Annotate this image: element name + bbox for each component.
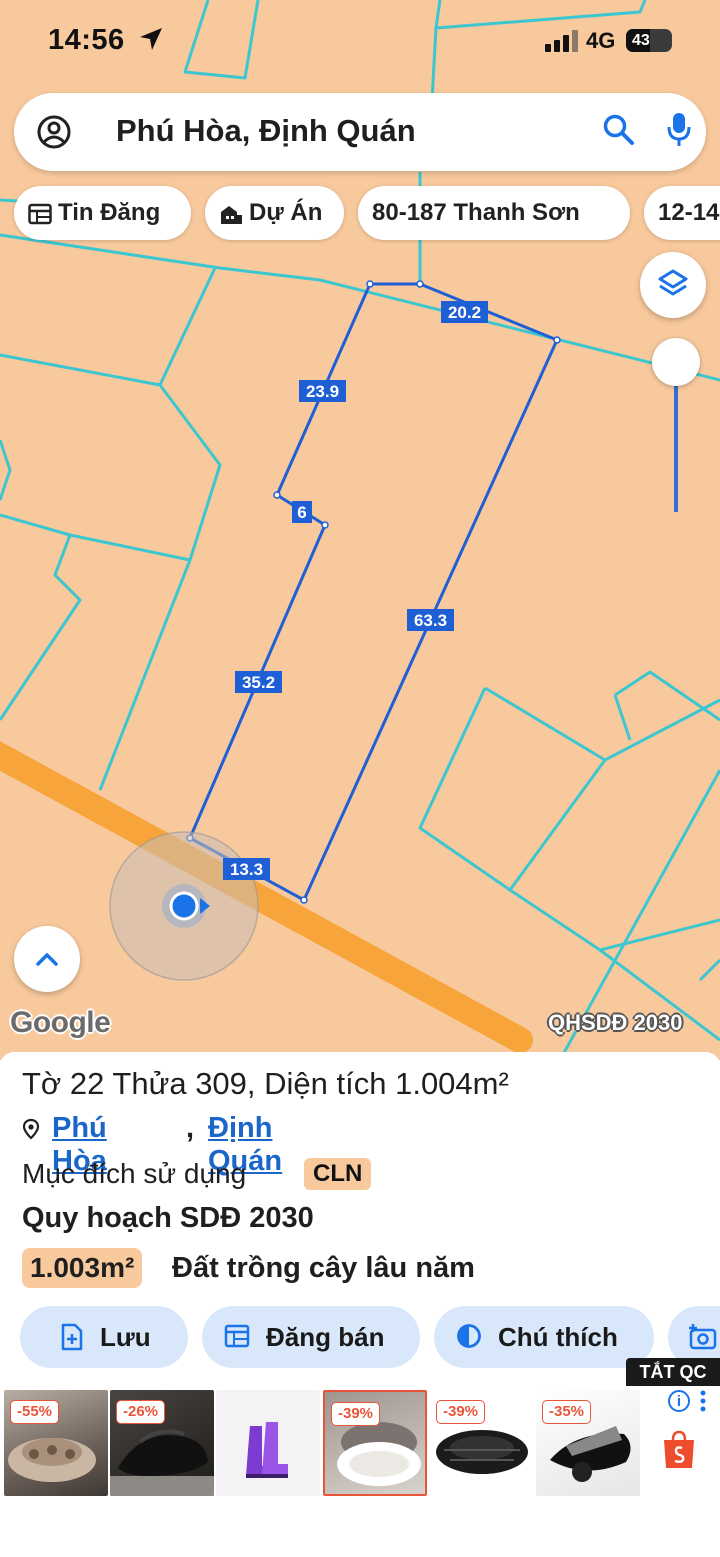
listing-icon	[28, 203, 52, 224]
shopee-icon	[664, 1430, 694, 1468]
plan-title: Quy hoạch SDĐ 2030	[22, 1202, 314, 1234]
chip-tin-dang[interactable]: Tin Đăng	[14, 186, 191, 240]
layers-icon	[658, 269, 688, 296]
ad-product-5[interactable]: -39%	[430, 1390, 534, 1496]
edge-label: 13.3	[230, 860, 263, 879]
chip-next[interactable]: 12-14	[644, 186, 720, 240]
discount-badge: -55%	[10, 1400, 60, 1424]
map-view[interactable]: 20.2 23.9 6 35.2 63.3 13.3 14:56 4G 43 P…	[0, 0, 720, 1060]
ad-product-6[interactable]: -35%	[536, 1390, 640, 1496]
ad-product-2[interactable]: -26%	[110, 1390, 214, 1496]
parcel-info-panel: Tờ 22 Thửa 309, Diện tích 1.004m² Phú Hò…	[0, 1052, 720, 1382]
chip-du-an[interactable]: Dự Án	[205, 186, 344, 240]
search-icon[interactable]	[602, 113, 636, 147]
search-query[interactable]: Phú Hòa, Định Quán	[116, 113, 416, 149]
google-logo: Google	[10, 1006, 111, 1039]
signal-icon	[545, 30, 578, 52]
ad-product-3[interactable]	[216, 1390, 320, 1496]
save-button[interactable]: Lưu	[20, 1306, 188, 1368]
location-arrow-icon	[140, 28, 162, 50]
purpose-label: Mục đích sử dụng	[22, 1158, 247, 1189]
location-pin-icon	[22, 1118, 40, 1140]
more-vert-icon[interactable]	[700, 1390, 706, 1412]
layers-button[interactable]	[640, 252, 706, 318]
discount-badge: -39%	[331, 1402, 381, 1426]
expand-button[interactable]	[14, 926, 80, 992]
edge-label: 23.9	[306, 382, 339, 401]
rain-boots-image	[246, 1422, 288, 1478]
battery-icon: 43	[626, 29, 672, 52]
location-separator: ,	[186, 1112, 195, 1144]
ad-product-4[interactable]: -39%	[323, 1390, 427, 1496]
chevron-up-icon	[36, 953, 58, 966]
network-type: 4G	[586, 28, 616, 53]
parcel-title: Tờ 22 Thửa 309, Diện tích 1.004m²	[22, 1066, 509, 1101]
edge-label: 63.3	[414, 611, 447, 630]
layer-tag: QHSDĐ 2030	[548, 1010, 683, 1035]
discount-badge: -26%	[116, 1400, 166, 1424]
ad-product-1[interactable]: -55%	[4, 1390, 108, 1496]
camera-add-icon	[689, 1324, 717, 1350]
legend-button[interactable]: Chú thích	[434, 1306, 654, 1368]
plan-area-badge: 1.003m²	[22, 1248, 143, 1288]
plan-land-type: Đất trồng cây lâu năm	[172, 1252, 475, 1284]
discount-badge: -39%	[436, 1400, 486, 1424]
status-bar: 14:56 4G 43	[0, 0, 720, 84]
close-ads-button[interactable]: TẮT QC	[626, 1358, 720, 1386]
opacity-slider-handle[interactable]	[652, 338, 700, 386]
contrast-icon	[457, 1324, 481, 1348]
microphone-icon[interactable]	[666, 111, 692, 149]
chip-thanh-son[interactable]: 80-187 Thanh Sơn	[358, 186, 630, 240]
ad-banner[interactable]: -55% -26% -39% -39% -35% i	[0, 1382, 720, 1557]
purpose-code-badge: CLN	[304, 1158, 372, 1190]
ad-info-icon[interactable]: i	[668, 1390, 690, 1412]
search-bar[interactable]: Phú Hòa, Định Quán	[14, 93, 706, 171]
edge-label: 6	[297, 503, 306, 522]
discount-badge: -35%	[542, 1400, 592, 1424]
edge-label: 35.2	[242, 673, 275, 692]
building-icon	[221, 205, 242, 224]
post-sale-button[interactable]: Đăng bán	[202, 1306, 420, 1368]
account-icon[interactable]	[36, 114, 72, 150]
listing-icon	[224, 1324, 250, 1348]
add-file-icon	[61, 1323, 83, 1351]
status-time: 14:56	[48, 24, 125, 56]
edge-label: 20.2	[448, 303, 481, 322]
